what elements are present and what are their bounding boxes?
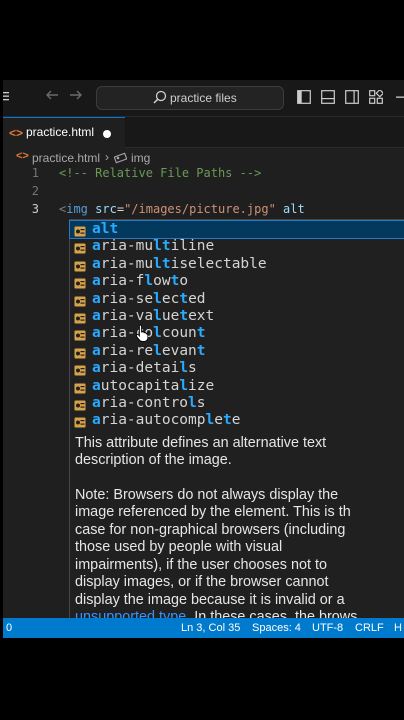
breadcrumb-separator: › xyxy=(105,150,109,164)
breadcrumb-file[interactable]: practice.html xyxy=(32,151,100,165)
suggestion-label: aria-relevant xyxy=(92,342,206,359)
doc-note-line: Note: Browsers do not always display the xyxy=(75,487,339,503)
property-symbol-icon xyxy=(74,381,86,394)
doc-description-line: description of the image. xyxy=(75,452,232,468)
mouse-pointer-icon xyxy=(135,324,149,342)
toggle-secondary-sidebar-icon[interactable] xyxy=(345,90,359,104)
minimize-icon[interactable] xyxy=(396,90,404,104)
line-number: 2 xyxy=(31,184,39,198)
suggestion-item[interactable]: aria-controls xyxy=(70,395,404,412)
code-text: <img src="/images/picture.jpg" alt xyxy=(59,200,305,218)
status-language[interactable]: H xyxy=(394,618,402,638)
status-encoding[interactable]: UTF-8 xyxy=(312,618,343,638)
property-symbol-icon xyxy=(74,224,86,237)
attribute-value: "/images/picture.jpg" xyxy=(124,202,276,216)
suggestion-label: autocapitalize xyxy=(92,377,215,394)
suggestion-label: aria-details xyxy=(92,360,197,377)
tab-label: practice.html xyxy=(26,125,95,139)
typed-attribute: alt xyxy=(283,202,305,216)
menu-icon[interactable] xyxy=(3,90,9,104)
suggestion-label: aria-multiselectable xyxy=(92,255,267,272)
suggest-details: This attribute defines an alternative te… xyxy=(69,430,404,619)
suggestion-item[interactable]: autocapitalize xyxy=(70,378,404,395)
doc-note-line: case for non-graphical browsers (includi… xyxy=(75,522,346,538)
code-comment: <!-- Relative File Paths --> xyxy=(59,166,262,180)
property-symbol-icon xyxy=(74,346,86,359)
search-placeholder: practice files xyxy=(170,91,237,105)
html-icon: <> xyxy=(16,150,29,162)
property-symbol-icon xyxy=(74,363,86,376)
command-center-search[interactable]: practice files xyxy=(96,86,284,110)
code-line: 1 <!-- Relative File Paths --> xyxy=(3,164,404,182)
line-number: 3 xyxy=(31,202,39,216)
suggestion-item[interactable]: aria-multiline xyxy=(70,238,404,255)
tab-practice-html[interactable]: <> practice.html xyxy=(3,117,125,148)
suggestion-label: alt xyxy=(92,221,119,237)
tag-name: img xyxy=(66,202,88,216)
suggestion-item[interactable]: aria-colcount xyxy=(70,325,404,342)
property-symbol-icon xyxy=(74,415,86,428)
property-symbol-icon xyxy=(74,398,86,411)
doc-description-line: This attribute defines an alternative te… xyxy=(75,435,327,451)
suggestion-item[interactable]: aria-relevant xyxy=(70,343,404,360)
breadcrumb-element[interactable]: img xyxy=(131,151,150,165)
property-symbol-icon xyxy=(74,311,86,324)
suggestion-item[interactable]: aria-valuetext xyxy=(70,308,404,325)
status-indentation[interactable]: Spaces: 4 xyxy=(252,618,301,638)
equals-sign: = xyxy=(116,202,125,216)
toggle-primary-sidebar-icon[interactable] xyxy=(297,90,311,104)
unsaved-dot-icon[interactable] xyxy=(103,130,111,138)
search-icon xyxy=(152,87,168,109)
suggestion-item[interactable]: alt xyxy=(69,219,404,240)
property-symbol-icon xyxy=(74,241,86,254)
code-line: 3 <img src="/images/picture.jpg" alt xyxy=(3,200,404,218)
suggestion-item[interactable]: aria-autocomplete xyxy=(70,412,404,429)
property-symbol-icon xyxy=(74,294,86,307)
doc-note-line: those used by people with visual xyxy=(75,539,283,555)
suggestion-label: aria-controls xyxy=(92,395,206,411)
customize-layout-icon[interactable] xyxy=(369,88,385,104)
suggestion-label: aria-flowto xyxy=(92,273,189,290)
symbol-element-icon xyxy=(113,152,128,164)
attribute-name: src xyxy=(95,202,117,216)
suggest-widget: alt aria-multiline aria-multiselectable ari… xyxy=(69,219,404,431)
property-symbol-icon xyxy=(74,276,86,289)
suggestion-label: aria-valuetext xyxy=(92,308,215,324)
back-arrow-icon[interactable] xyxy=(45,88,59,107)
suggestion-item[interactable]: aria-selected xyxy=(70,291,404,308)
property-symbol-icon xyxy=(74,328,86,341)
property-symbol-icon xyxy=(74,259,86,272)
suggestion-item[interactable]: aria-details xyxy=(70,360,404,377)
status-bar: 0 Ln 3, Col 35 Spaces: 4 UTF-8 CRLF H xyxy=(3,618,404,638)
doc-note-line: display the image because it is invalid … xyxy=(75,592,345,608)
doc-note-line: image referenced by the element. This is… xyxy=(75,504,351,520)
toggle-panel-icon[interactable] xyxy=(321,90,335,104)
tab-bar: <> practice.html xyxy=(3,117,404,148)
suggestion-item[interactable]: aria-flowto xyxy=(70,273,404,290)
html-icon: <> xyxy=(9,126,24,140)
suggestion-label: aria-multiline xyxy=(92,238,215,255)
status-problems[interactable]: 0 xyxy=(6,618,12,638)
forward-arrow-icon[interactable] xyxy=(69,88,83,107)
doc-note-line: display images, or if the browser cannot xyxy=(75,574,329,590)
suggestion-label: aria-autocomplete xyxy=(92,412,241,429)
status-eol[interactable]: CRLF xyxy=(355,618,384,638)
doc-note-line: impairments), if the user chooses not to xyxy=(75,557,327,573)
editor-window: practice files <> practice.html <> pract… xyxy=(3,80,404,638)
suggestion-item[interactable]: aria-multiselectable xyxy=(70,256,404,273)
code-line: 2 xyxy=(3,182,404,200)
suggestion-label: aria-colcount xyxy=(92,325,206,342)
line-number: 1 xyxy=(31,166,39,180)
title-bar: practice files xyxy=(3,80,404,117)
suggestion-label: aria-selected xyxy=(92,290,206,307)
status-cursor-position[interactable]: Ln 3, Col 35 xyxy=(181,618,240,638)
